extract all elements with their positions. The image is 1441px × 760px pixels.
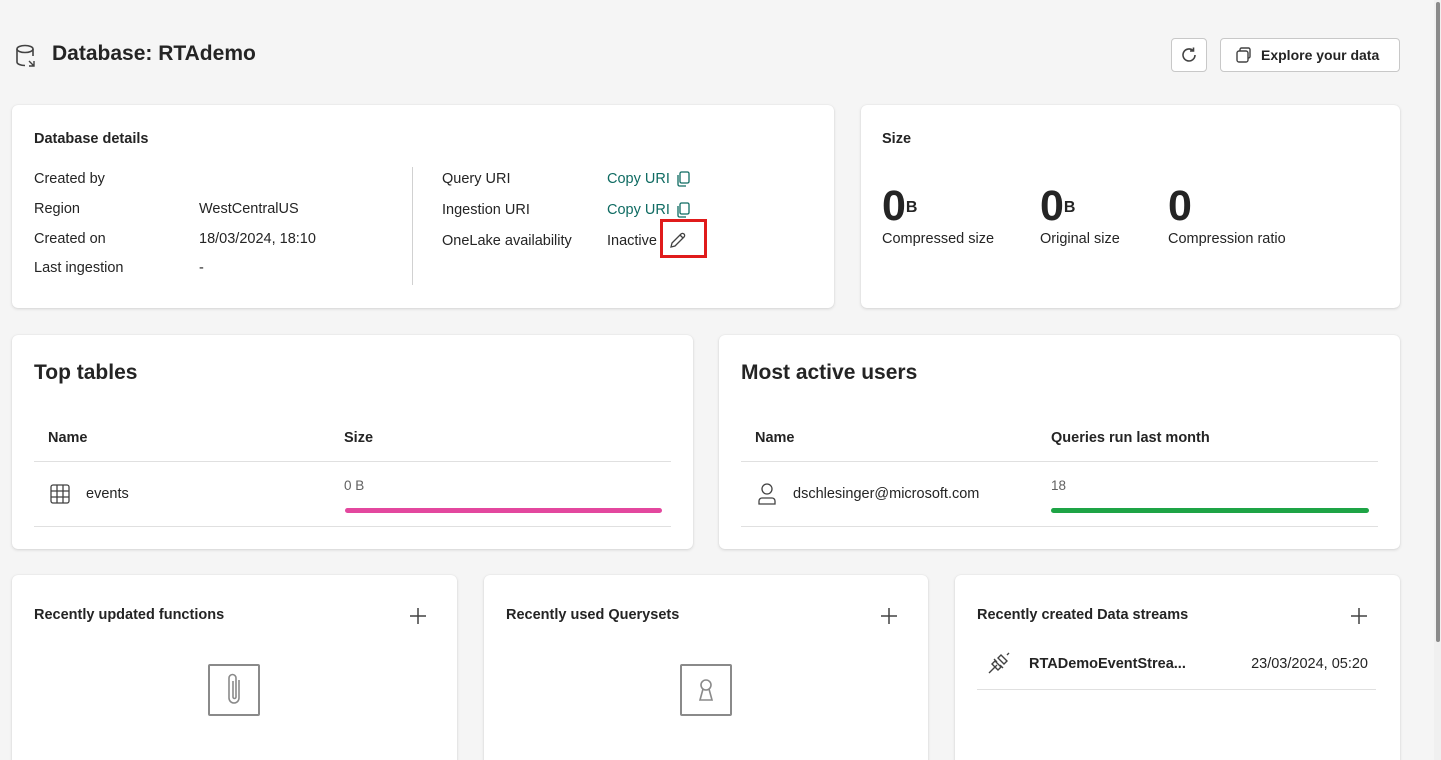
page-scrollbar[interactable]: [1434, 0, 1441, 760]
compression-ratio-metric: 0 Compression ratio: [1168, 183, 1286, 247]
copy-icon: [677, 171, 690, 187]
datastream-date: 23/03/2024, 05:20: [1251, 656, 1368, 672]
explore-icon: [1236, 47, 1251, 63]
table-row[interactable]: dschlesinger@microsoft.com 18: [741, 462, 1378, 526]
top-tables-card: Top tables Name Size events 0 B: [12, 335, 693, 549]
database-details-heading: Database details: [34, 131, 149, 147]
detail-label: Region: [34, 201, 80, 217]
copy-uri-text: Copy URI: [607, 202, 670, 218]
add-function-button[interactable]: [407, 605, 429, 627]
table-row-divider: [741, 526, 1378, 527]
paperclip-icon: [208, 664, 260, 716]
column-header-size[interactable]: Size: [344, 430, 373, 446]
recent-functions-heading: Recently updated functions: [34, 607, 225, 623]
ingestion-uri-label: Ingestion URI: [442, 202, 530, 218]
table-name: events: [86, 486, 129, 502]
page-title: Database: RTAdemo: [52, 42, 256, 65]
table-size-bar: [345, 508, 662, 513]
detail-value: 18/03/2024, 18:10: [199, 231, 316, 247]
onelake-label: OneLake availability: [442, 233, 572, 249]
table-row-divider: [34, 526, 671, 527]
original-size-label: Original size: [1040, 231, 1120, 247]
recent-querysets-card: Recently used Querysets: [484, 575, 928, 760]
table-row[interactable]: events 0 B: [34, 462, 671, 526]
copy-icon: [677, 202, 690, 218]
top-tables-heading: Top tables: [34, 361, 138, 384]
highlight-box: [660, 219, 707, 258]
original-size-unit: B: [1063, 199, 1076, 216]
database-details-card: Database details Created by Region WestC…: [12, 105, 834, 308]
explore-data-button[interactable]: Explore your data: [1220, 38, 1400, 72]
compressed-size-unit: B: [905, 199, 918, 216]
compression-ratio-label: Compression ratio: [1168, 231, 1286, 247]
column-header-queries[interactable]: Queries run last month: [1051, 430, 1210, 446]
user-queries-bar: [1051, 508, 1369, 513]
onelake-status: Inactive: [607, 233, 657, 249]
detail-label: Created on: [34, 231, 106, 247]
copy-ingestion-uri-link[interactable]: Copy URI: [607, 202, 690, 218]
column-header-name[interactable]: Name: [755, 430, 795, 446]
compressed-size-metric: 0B Compressed size: [882, 183, 994, 247]
scrollbar-thumb[interactable]: [1436, 2, 1440, 642]
most-active-users-card: Most active users Name Queries run last …: [719, 335, 1400, 549]
copy-query-uri-link[interactable]: Copy URI: [607, 171, 690, 187]
user-queries: 18: [1051, 478, 1067, 493]
page-header: Database: RTAdemo Explore your data: [14, 38, 1400, 74]
refresh-icon: [1182, 47, 1196, 62]
keyhole-icon: [680, 664, 732, 716]
recent-datastreams-heading: Recently created Data streams: [977, 607, 1189, 623]
size-heading: Size: [882, 131, 912, 147]
add-queryset-button[interactable]: [878, 605, 900, 627]
recent-datastreams-card: Recently created Data streams RTADemoEve…: [955, 575, 1400, 760]
eventstream-icon: [988, 652, 1010, 674]
compression-ratio-value: 0: [1168, 182, 1192, 230]
query-uri-label: Query URI: [442, 171, 511, 187]
most-active-users-heading: Most active users: [741, 361, 918, 384]
datastream-name: RTADemoEventStrea...: [1029, 656, 1186, 672]
details-divider: [412, 167, 413, 285]
recent-querysets-heading: Recently used Querysets: [506, 607, 680, 623]
compressed-size-label: Compressed size: [882, 231, 995, 247]
size-card: Size 0B Compressed size 0B Original size…: [861, 105, 1400, 308]
table-icon: [50, 484, 70, 504]
original-size-value: 0: [1040, 182, 1064, 230]
detail-value: WestCentralUS: [199, 201, 299, 217]
compressed-size-value: 0: [882, 182, 906, 230]
detail-label: Created by: [34, 171, 105, 187]
database-icon: [16, 44, 35, 67]
column-header-name[interactable]: Name: [48, 430, 88, 446]
recent-functions-card: Recently updated functions: [12, 575, 457, 760]
person-icon: [758, 483, 776, 505]
add-datastream-button[interactable]: [1348, 605, 1370, 627]
copy-uri-text: Copy URI: [607, 171, 670, 187]
detail-value: -: [199, 260, 204, 276]
table-size: 0 B: [344, 478, 365, 493]
user-name: dschlesinger@microsoft.com: [793, 486, 980, 502]
datastream-divider: [977, 689, 1376, 690]
original-size-metric: 0B Original size: [1040, 183, 1120, 247]
datastream-item[interactable]: RTADemoEventStrea... 23/03/2024, 05:20: [977, 647, 1398, 689]
explore-data-label: Explore your data: [1261, 47, 1380, 63]
detail-label: Last ingestion: [34, 260, 124, 276]
refresh-button[interactable]: [1171, 38, 1207, 72]
